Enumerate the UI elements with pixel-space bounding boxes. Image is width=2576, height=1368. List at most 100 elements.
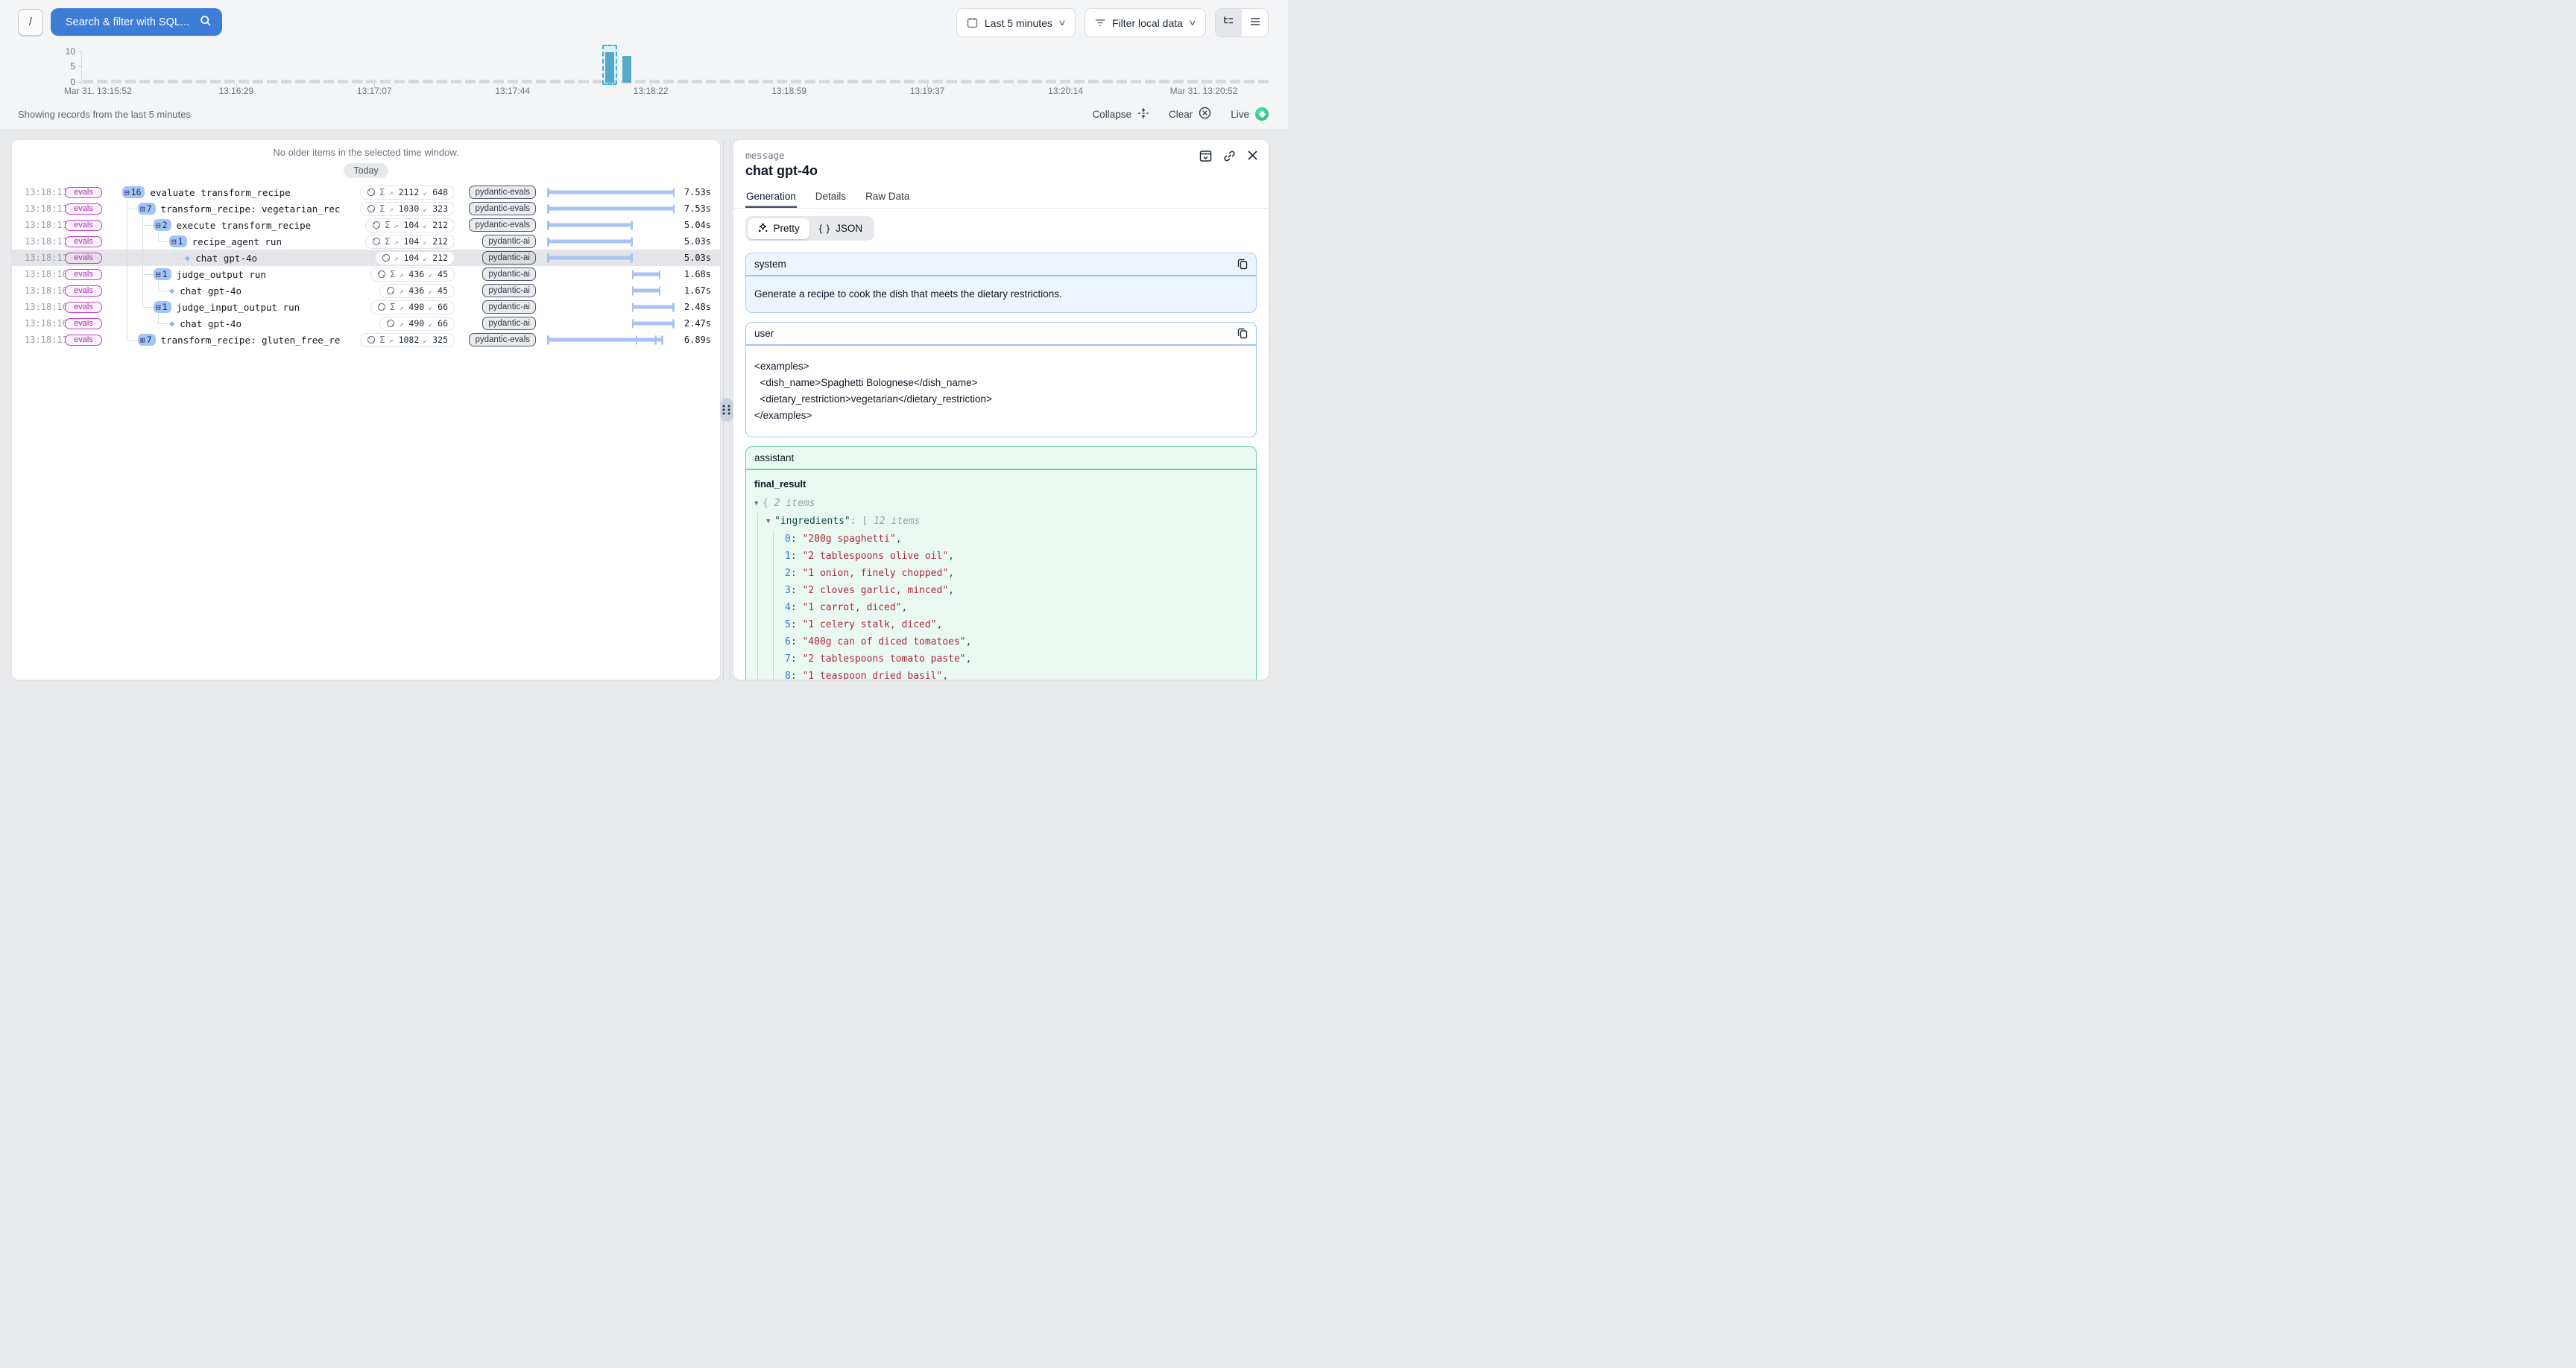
tree-collapse-chip[interactable]: ⊟16	[122, 186, 145, 198]
duration-bar[interactable]	[632, 273, 660, 276]
input-tokens: ↗ 436	[399, 269, 424, 279]
role-label: user	[754, 328, 774, 339]
collapse-button[interactable]: Collapse	[1092, 107, 1149, 121]
evals-badge[interactable]: evals	[65, 203, 102, 215]
trace-row[interactable]: 13:18:16evals◆chat gpt-4o↗ 490↙ 66pydant…	[12, 315, 720, 332]
search-icon	[200, 15, 212, 30]
evals-badge[interactable]: evals	[65, 253, 102, 264]
tree-view-toggle[interactable]	[1216, 9, 1242, 37]
evals-badge[interactable]: evals	[65, 318, 102, 329]
trace-row[interactable]: 13:18:11evals⊟16evaluate transform_recip…	[12, 184, 720, 200]
input-tokens: ↗ 104	[394, 236, 420, 247]
collapse-twisty-icon[interactable]: ▼	[754, 495, 763, 513]
dock-panel-icon[interactable]	[1199, 150, 1212, 162]
evals-badge[interactable]: evals	[65, 269, 102, 280]
instrumentation-tag[interactable]: pydantic-ai	[482, 235, 536, 248]
trace-row[interactable]: 13:18:11evals◆chat gpt-4o↗ 104↙ 212pydan…	[12, 250, 720, 266]
calendar-icon	[967, 17, 978, 28]
token-stats-pill[interactable]: ↗ 490↙ 66	[379, 317, 455, 331]
token-stats-pill[interactable]: ↗ 104↙ 212	[375, 251, 455, 265]
evals-badge[interactable]: evals	[65, 187, 102, 198]
duration-bar[interactable]	[547, 240, 632, 244]
duration-bar[interactable]	[632, 322, 674, 326]
token-stats-pill[interactable]: Σ↗ 1030↙ 323	[360, 202, 455, 216]
tree-collapse-chip[interactable]: ⊟1	[169, 235, 187, 247]
json-view-button[interactable]: { } JSON	[809, 218, 872, 239]
tree-collapse-chip[interactable]: ⊟1	[154, 268, 171, 280]
panel-splitter[interactable]	[721, 139, 733, 680]
token-stats-pill[interactable]: Σ↗ 1082↙ 325	[360, 333, 455, 347]
duration-bar[interactable]	[547, 256, 632, 260]
evals-badge[interactable]: evals	[65, 335, 102, 346]
trace-row[interactable]: 13:18:11evals⊞7transform_recipe: gluten_…	[12, 332, 720, 348]
tree-collapse-chip[interactable]: ⊞7	[138, 334, 156, 346]
token-stats-pill[interactable]: Σ↗ 104↙ 212	[365, 218, 455, 232]
evals-badge[interactable]: evals	[65, 220, 102, 231]
tab-details[interactable]: Details	[815, 191, 847, 208]
trace-row[interactable]: 13:18:11evals⊟2execute transform_recipeΣ…	[12, 217, 720, 233]
input-tokens: ↗ 1030	[389, 203, 420, 214]
list-view-toggle[interactable]	[1242, 9, 1268, 37]
token-stats-pill[interactable]: Σ↗ 490↙ 66	[370, 300, 455, 314]
tree-collapse-chip[interactable]: ⊟7	[138, 203, 156, 215]
token-stats-pill[interactable]: Σ↗ 2112↙ 648	[360, 186, 455, 200]
instrumentation-tag[interactable]: pydantic-ai	[482, 300, 536, 314]
instrumentation-tag[interactable]: pydantic-evals	[469, 333, 536, 346]
token-stats-pill[interactable]: Σ↗ 104↙ 212	[365, 235, 455, 249]
trace-row[interactable]: 13:18:16evals⊟1judge_input_output runΣ↗ …	[12, 299, 720, 315]
instrumentation-tag[interactable]: pydantic-evals	[469, 202, 536, 215]
tree-collapse-chip[interactable]: ⊟1	[154, 301, 171, 313]
trace-row[interactable]: 13:18:16evals◆chat gpt-4o↗ 436↙ 45pydant…	[12, 282, 720, 299]
tree-cell: ⊟7transform_recipe: vegetarian_recipe	[109, 200, 340, 217]
duration-bar[interactable]	[632, 289, 660, 293]
instrumentation-tag[interactable]: pydantic-ai	[482, 284, 536, 297]
duration-bar[interactable]	[547, 207, 674, 211]
close-icon[interactable]	[1247, 150, 1258, 162]
date-chip-today[interactable]: Today	[344, 163, 388, 178]
token-stats-pill[interactable]: Σ↗ 436↙ 45	[370, 267, 455, 282]
live-toggle[interactable]: Live	[1231, 107, 1269, 121]
span-label: chat gpt-4o	[195, 253, 257, 264]
tree-collapse-chip[interactable]: ⊟2	[154, 219, 171, 231]
y-axis-tick-label: 5	[23, 61, 75, 72]
instrumentation-tag[interactable]: pydantic-ai	[482, 267, 536, 281]
copy-icon[interactable]	[1237, 259, 1248, 270]
filter-local-data-dropdown[interactable]: Filter local data ∨	[1085, 8, 1206, 37]
token-coin-icon	[382, 253, 391, 262]
clear-button[interactable]: Clear	[1169, 107, 1211, 121]
histogram-bar[interactable]	[622, 56, 631, 83]
instrumentation-tag[interactable]: pydantic-evals	[469, 186, 536, 199]
evals-badge[interactable]: evals	[65, 285, 102, 297]
time-range-dropdown[interactable]: Last 5 minutes ∨	[956, 8, 1076, 37]
trace-row[interactable]: 13:18:11evals⊟1recipe_agent runΣ↗ 104↙ 2…	[12, 233, 720, 250]
duration-bar[interactable]	[547, 191, 674, 194]
token-stats-pill[interactable]: ↗ 436↙ 45	[379, 284, 455, 298]
row-timestamp: 13:18:11	[12, 187, 58, 197]
evals-badge[interactable]: evals	[65, 302, 102, 313]
pretty-view-button[interactable]: Pretty	[748, 218, 809, 239]
duration-bar[interactable]	[632, 305, 674, 309]
tree-cell: ⊟1recipe_agent run	[109, 233, 340, 250]
trace-row[interactable]: 13:18:11evals⊟7transform_recipe: vegetar…	[12, 200, 720, 217]
curly-braces-icon: { }	[819, 223, 830, 234]
collapse-vertical-icon	[1137, 107, 1149, 121]
histogram-plot-area[interactable]: 1050Mar 31. 13:15:5213:16:2913:17:0713:1…	[81, 42, 1272, 84]
collapse-minus-icon: ⊟	[156, 221, 161, 229]
trace-row[interactable]: 13:18:16evals⊟1judge_output runΣ↗ 436↙ 4…	[12, 266, 720, 282]
slash-shortcut-key: /	[18, 9, 43, 36]
tab-raw-data[interactable]: Raw Data	[865, 191, 910, 208]
collapse-twisty-icon[interactable]: ▼	[766, 513, 774, 531]
instrumentation-tag[interactable]: pydantic-evals	[469, 218, 536, 232]
instrumentation-tag[interactable]: pydantic-ai	[482, 317, 536, 330]
copy-link-icon[interactable]	[1223, 150, 1236, 162]
evals-badge[interactable]: evals	[65, 236, 102, 247]
duration-bar[interactable]	[547, 224, 632, 227]
duration-bar[interactable]	[547, 338, 663, 342]
instrumentation-tag[interactable]: pydantic-ai	[482, 251, 536, 265]
token-coin-icon	[377, 270, 386, 279]
splitter-drag-handle[interactable]	[721, 399, 733, 422]
detail-panel: message chat gpt-4o	[733, 139, 1269, 680]
search-button[interactable]: Search & filter with SQL...	[51, 8, 222, 36]
tab-generation[interactable]: Generation	[745, 191, 797, 208]
copy-icon[interactable]	[1237, 328, 1248, 339]
